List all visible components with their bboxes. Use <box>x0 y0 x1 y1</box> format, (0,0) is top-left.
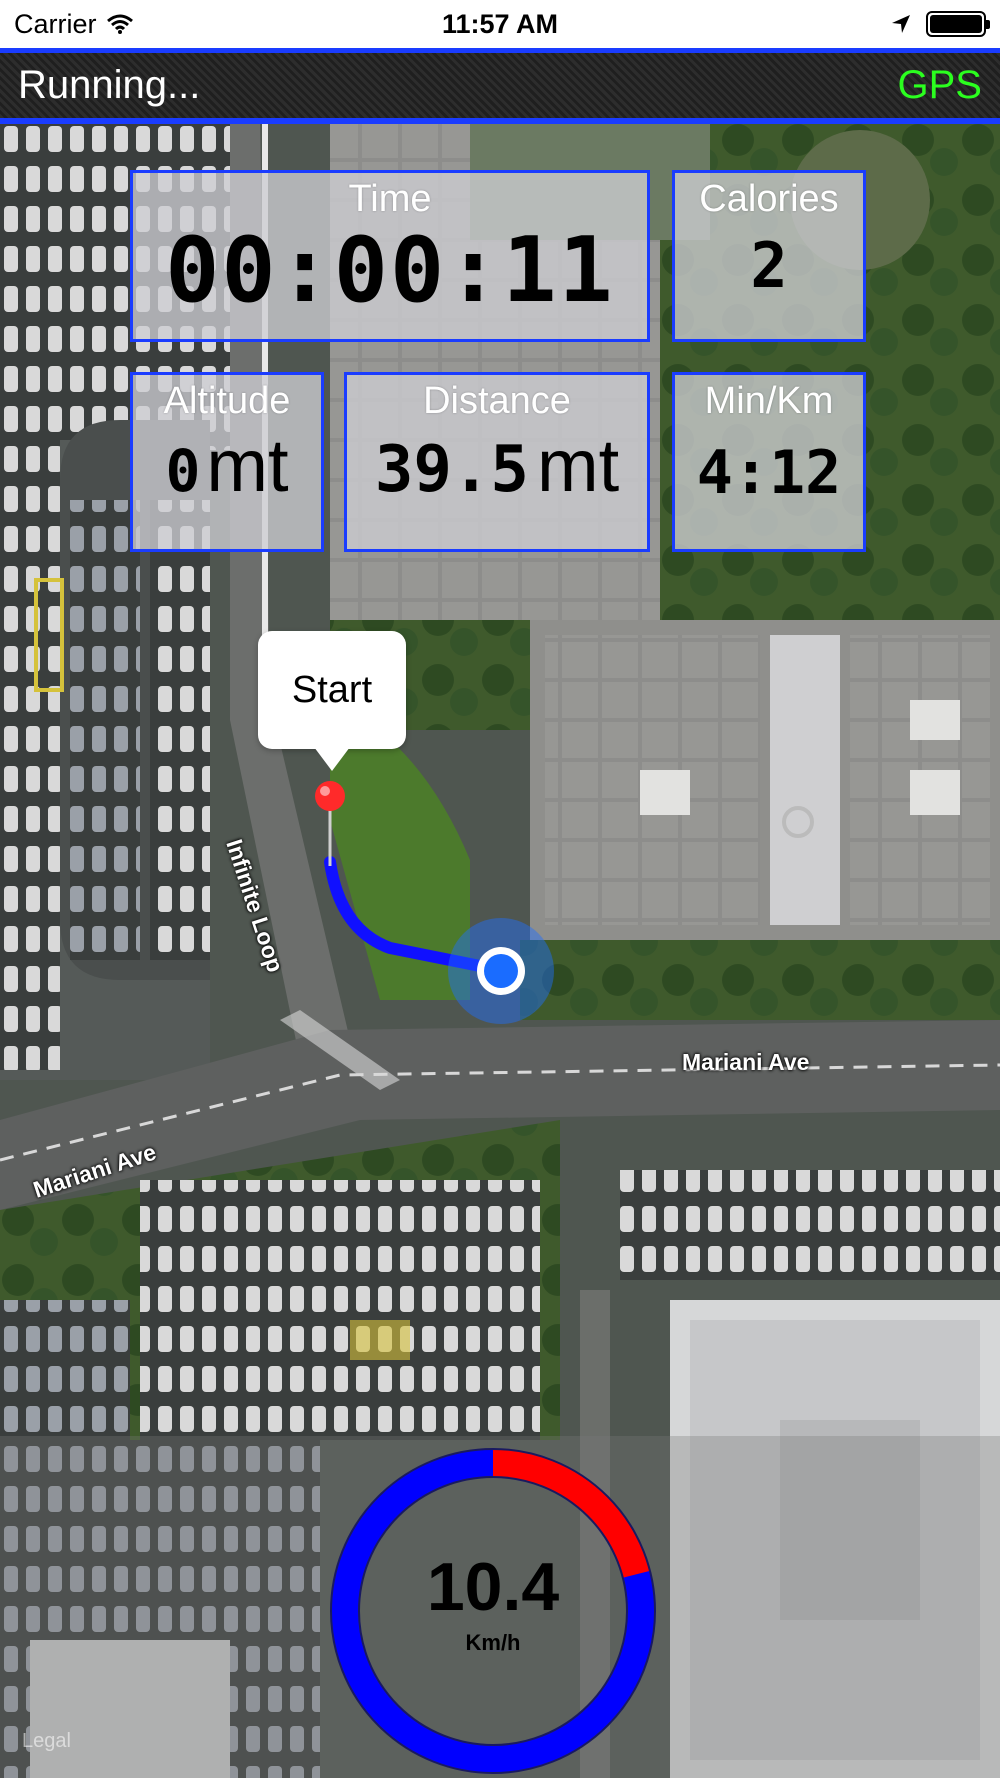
distance-value: 39.5 <box>374 433 529 507</box>
start-pin-icon[interactable] <box>312 778 348 868</box>
speed-value: 10.4 <box>426 1549 560 1625</box>
speed-unit: Km/h <box>465 1630 521 1655</box>
status-bar: Carrier 11:57 AM <box>0 0 1000 48</box>
time-stat: Time 00:00:11 <box>130 170 650 342</box>
altitude-unit: mt <box>206 424 289 507</box>
altitude-value: 0 <box>165 437 201 505</box>
calories-value: 2 <box>750 229 788 302</box>
header-bar: Running... GPS <box>0 48 1000 124</box>
user-location-icon[interactable] <box>446 916 556 1026</box>
clock: 11:57 AM <box>441 8 559 39</box>
pace-value: 4:12 <box>696 438 842 508</box>
distance-label: Distance <box>423 380 571 422</box>
time-value: 00:00:11 <box>165 218 615 323</box>
carrier-label: Carrier <box>14 8 97 39</box>
gps-status: GPS <box>897 63 982 107</box>
pace-label: Min/Km <box>704 380 834 422</box>
location-arrow-icon <box>892 15 910 33</box>
street-label-mariani-ave-right: Mariani Ave <box>682 1049 810 1075</box>
calories-label: Calories <box>699 178 839 220</box>
altitude-label: Altitude <box>163 380 291 422</box>
altitude-stat: Altitude 0 mt <box>130 372 324 552</box>
page-title: Running... <box>18 63 201 107</box>
distance-unit: mt <box>536 424 620 507</box>
battery-icon <box>926 11 990 37</box>
start-callout-label: Start <box>291 668 373 711</box>
legal-link[interactable]: Legal <box>22 1730 71 1753</box>
calories-stat: Calories 2 <box>672 170 866 342</box>
time-label: Time <box>348 178 432 220</box>
wifi-icon <box>106 14 133 34</box>
distance-stat: Distance 39.5 mt <box>344 372 650 552</box>
start-callout[interactable]: Start <box>258 631 406 771</box>
pace-stat: Min/Km 4:12 <box>672 372 866 552</box>
